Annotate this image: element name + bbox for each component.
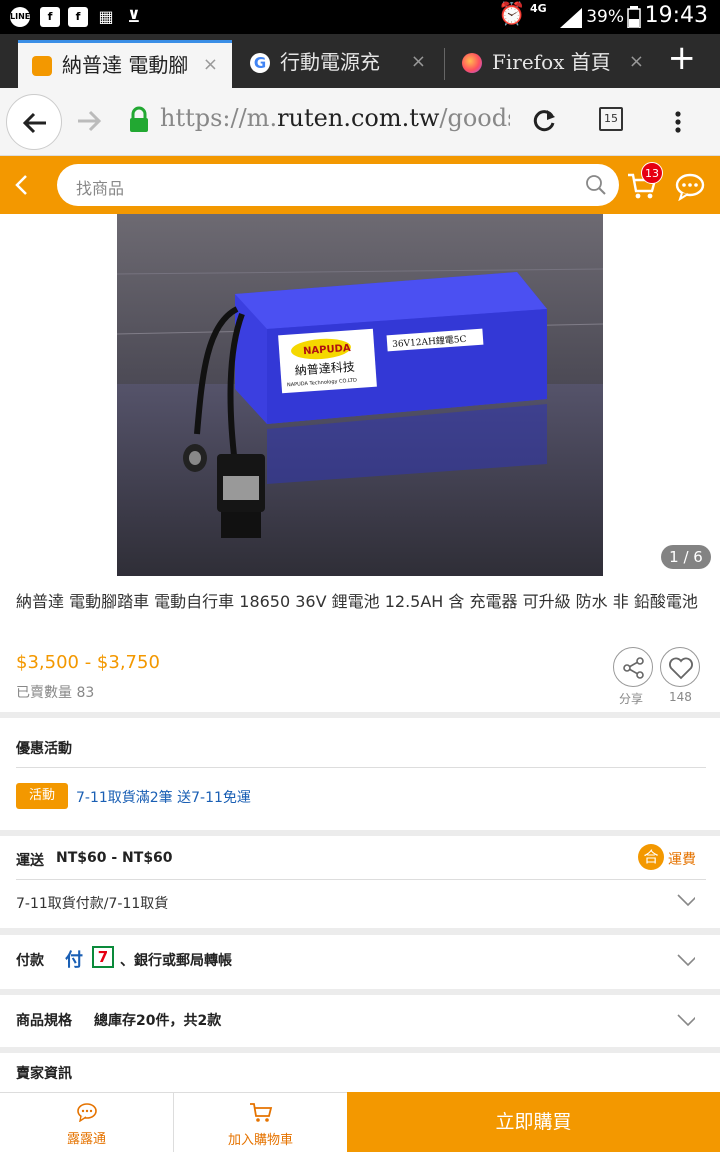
cart-icon <box>250 1103 273 1122</box>
google-icon: G <box>250 53 270 73</box>
tab-label: 納普達 電動腳 <box>62 53 189 77</box>
clock: 19:43 <box>644 3 708 28</box>
url-prefix: https://m. <box>160 104 278 132</box>
seller-section <box>0 1053 720 1093</box>
seller-title: 賣家資訊 <box>16 1066 72 1082</box>
add-to-cart-label: 加入購物車 <box>227 1133 293 1148</box>
chat-icon <box>77 1103 97 1122</box>
image-counter: 1 / 6 <box>661 545 711 569</box>
tab-active[interactable]: 納普達 電動腳 × <box>18 40 232 88</box>
tab-label: 行動電源充 <box>280 50 380 74</box>
tab-count-button[interactable]: 15 <box>599 107 623 131</box>
battery-percent: 39% <box>586 7 624 27</box>
battery-icon <box>627 6 641 28</box>
product-price: $3,500 - $3,750 <box>16 652 160 673</box>
promotion-badge: 活動 <box>16 783 68 809</box>
url-field[interactable]: https://m.ruten.com.tw/goods/ <box>160 104 510 132</box>
family-mart-icon: 付 <box>65 950 83 971</box>
spec-summary: 總庫存20件，共2款 <box>94 1013 222 1029</box>
heart-icon <box>669 657 693 680</box>
url-path: /goods/ <box>439 104 510 132</box>
search-icon[interactable] <box>585 174 607 196</box>
close-icon[interactable]: × <box>629 40 644 84</box>
divider <box>16 767 706 768</box>
status-bar: LINE f f ▦ ⊻ ⏰ 4G 39% 19:43 <box>0 0 720 34</box>
share-label: 分享 <box>619 692 644 706</box>
network-type: 4G <box>530 2 547 15</box>
product-image-area[interactable]: NAPUDA 納普達科技 NAPUDA Technology CO.LTD 36… <box>0 214 720 576</box>
facebook-icon: f <box>40 7 60 27</box>
search-placeholder: 找商品 <box>76 179 125 198</box>
add-to-cart-button[interactable]: 加入購物車 <box>174 1092 347 1152</box>
cart-badge: 13 <box>641 162 663 184</box>
chevron-down-icon[interactable] <box>677 1013 695 1031</box>
buy-now-button[interactable]: 立即購買 <box>347 1092 720 1152</box>
tab-divider <box>444 48 445 80</box>
promotion-section <box>0 718 720 830</box>
shipping-title: 運送 <box>16 853 44 869</box>
shipping-fee-icon[interactable]: 合 <box>638 844 664 870</box>
payment-title: 付款 <box>16 953 44 969</box>
shipping-cost: NT$60 - NT$60 <box>56 850 173 866</box>
back-button[interactable] <box>6 94 62 150</box>
shipping-fee-link[interactable]: 運費 <box>668 849 696 869</box>
chat-label: 露露通 <box>66 1132 106 1147</box>
chat-button[interactable]: 露露通 <box>0 1092 173 1152</box>
back-chevron-icon[interactable] <box>12 173 32 197</box>
facebook-icon: f <box>68 7 88 27</box>
tab-strip: 納普達 電動腳 × G 行動電源充 × Firefox 首頁 × <box>0 34 720 88</box>
like-count: 148 <box>669 690 692 704</box>
close-icon[interactable]: × <box>411 40 426 84</box>
promotion-title: 優惠活動 <box>16 741 72 757</box>
download-icon: ⊻ <box>127 7 141 26</box>
like-button[interactable] <box>660 647 700 687</box>
arrow-left-icon <box>22 112 46 134</box>
lock-icon <box>130 106 148 132</box>
share-icon <box>623 657 644 679</box>
new-tab-button[interactable]: + <box>668 38 697 78</box>
alarm-icon: ⏰ <box>498 2 526 27</box>
payment-methods: 、銀行或郵局轉帳 <box>120 953 232 969</box>
chevron-down-icon[interactable] <box>677 893 695 911</box>
divider <box>16 879 706 880</box>
calendar-icon: ▦ <box>98 7 114 26</box>
product-photo: NAPUDA 納普達科技 NAPUDA Technology CO.LTD 36… <box>117 214 603 576</box>
ruten-favicon-icon <box>32 56 52 76</box>
seven-eleven-icon: 7 <box>92 946 114 968</box>
chevron-down-icon[interactable] <box>677 953 695 971</box>
search-input[interactable] <box>57 164 619 206</box>
spec-title: 商品規格 <box>16 1013 72 1029</box>
share-button[interactable] <box>613 647 653 687</box>
menu-icon[interactable] <box>666 110 690 134</box>
reload-button[interactable] <box>531 108 557 134</box>
url-host: ruten.com.tw <box>277 104 440 132</box>
promotion-link[interactable]: 7-11取貨滿2筆 送7-11免運 <box>76 787 251 807</box>
tab-google[interactable]: G 行動電源充 × <box>236 40 440 88</box>
tab-firefox[interactable]: Firefox 首頁 × <box>448 40 658 88</box>
shipping-method: 7-11取貨付款/7-11取貨 <box>16 896 169 912</box>
firefox-icon <box>462 53 482 73</box>
signal-icon <box>560 8 582 28</box>
line-icon: LINE <box>10 7 30 27</box>
tab-label: Firefox 首頁 <box>492 50 611 74</box>
close-icon[interactable]: × <box>203 43 218 87</box>
product-title: 納普達 電動腳踏車 電動自行車 18650 36V 鋰電池 12.5AH 含 充… <box>16 592 698 611</box>
sold-count: 已賣數量 83 <box>16 685 95 701</box>
chat-icon[interactable] <box>675 171 707 201</box>
forward-button[interactable] <box>76 108 102 134</box>
